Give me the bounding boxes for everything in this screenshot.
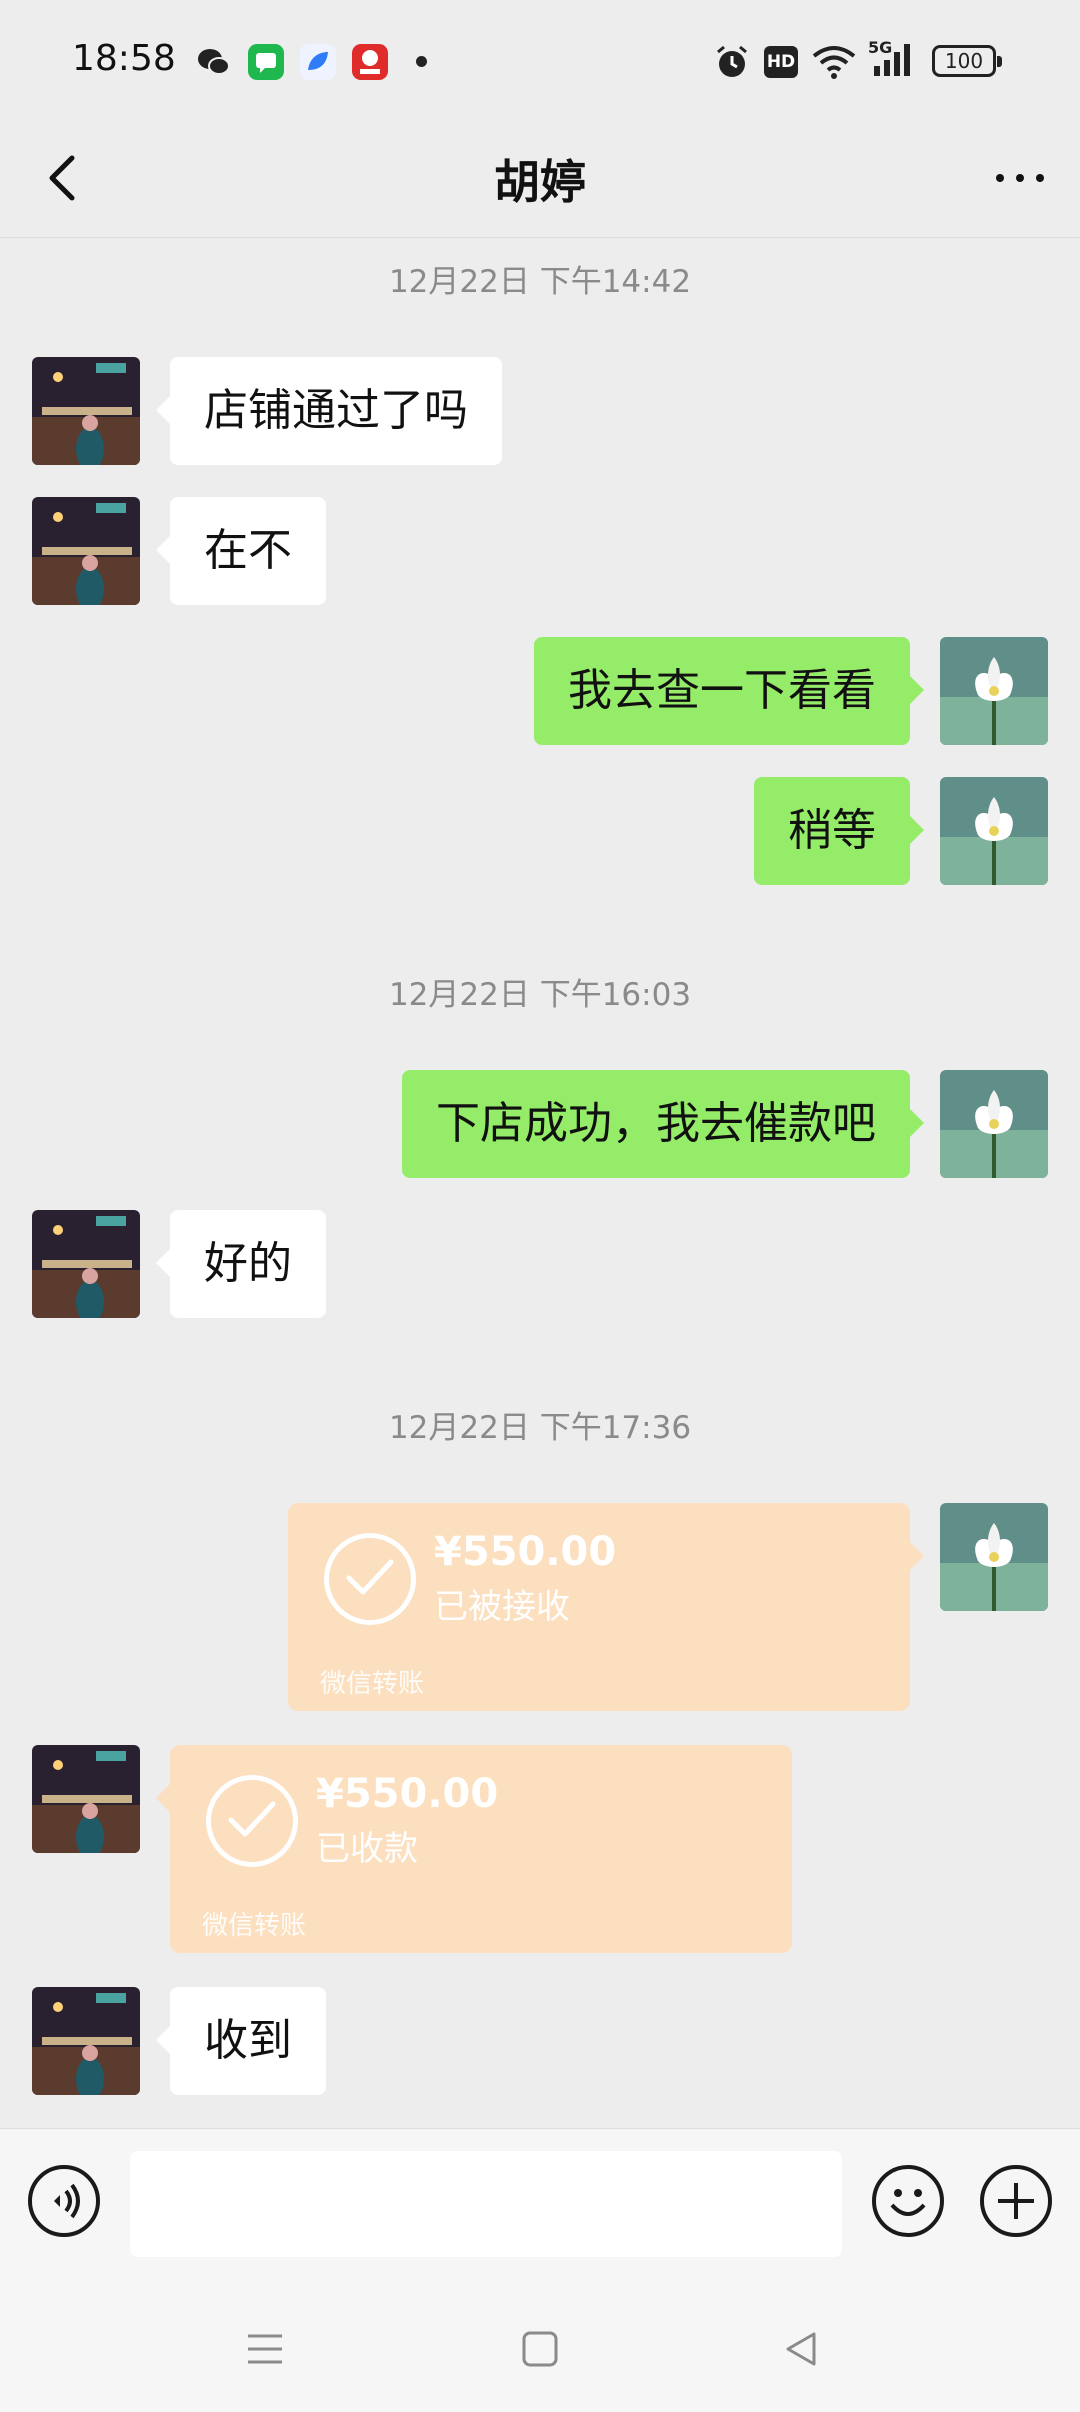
emoji-icon bbox=[890, 2189, 926, 2216]
emoji-button[interactable] bbox=[872, 2165, 944, 2237]
my-avatar[interactable] bbox=[940, 1070, 1048, 1178]
contact-avatar[interactable] bbox=[32, 1987, 140, 2095]
messages-icon bbox=[248, 44, 284, 80]
transfer-label: 微信转账 bbox=[202, 1911, 307, 1941]
more-notifications-dot bbox=[416, 56, 427, 67]
contact-avatar[interactable] bbox=[32, 1745, 140, 1853]
incoming-message[interactable]: 收到 bbox=[156, 1987, 326, 2095]
transfer-amount: ¥550.00 bbox=[316, 1771, 499, 1817]
outgoing-message[interactable]: 稍等 bbox=[754, 777, 924, 885]
more-options-button[interactable] bbox=[988, 146, 1052, 210]
check-circle-icon bbox=[206, 1775, 298, 1867]
chat-header: 胡婷 bbox=[0, 118, 1080, 238]
timestamp: 12月22日 下午14:42 bbox=[388, 264, 692, 300]
triangle-back-icon bbox=[786, 2332, 816, 2366]
my-avatar[interactable] bbox=[940, 1503, 1048, 1611]
hd-icon: HD bbox=[764, 46, 798, 78]
transfer-status: 已收款 bbox=[316, 1829, 418, 1869]
wifi-icon bbox=[812, 44, 856, 84]
add-button[interactable] bbox=[980, 2165, 1052, 2237]
contact-avatar[interactable] bbox=[32, 1210, 140, 1318]
plus-icon bbox=[998, 2183, 1034, 2219]
incoming-message[interactable]: 在不 bbox=[156, 497, 326, 605]
transfer-card-received[interactable]: ¥550.00 已收款 微信转账 bbox=[156, 1745, 792, 1953]
transfer-card-sent[interactable]: ¥550.00 已被接收 微信转账 bbox=[288, 1503, 924, 1711]
status-bar: 18:58 HD 5G 100 bbox=[0, 0, 1080, 118]
shopping-618-icon bbox=[352, 44, 388, 80]
more-dots-icon bbox=[996, 174, 1044, 182]
menu-icon bbox=[248, 2334, 282, 2364]
transfer-amount: ¥550.00 bbox=[434, 1529, 617, 1575]
timestamp: 12月22日 下午16:03 bbox=[388, 977, 692, 1013]
timestamp: 12月22日 下午17:36 bbox=[388, 1410, 692, 1446]
message-input[interactable] bbox=[130, 2151, 842, 2257]
network-label: 5G bbox=[868, 38, 893, 57]
status-time: 18:58 bbox=[72, 38, 176, 79]
my-avatar[interactable] bbox=[940, 777, 1048, 885]
square-icon bbox=[522, 2331, 558, 2367]
voice-icon bbox=[54, 2183, 80, 2219]
menu-nav-button[interactable] bbox=[240, 2324, 290, 2374]
contact-avatar[interactable] bbox=[32, 357, 140, 465]
system-nav-bar bbox=[0, 2284, 1080, 2412]
transfer-status: 已被接收 bbox=[434, 1587, 570, 1627]
back-nav-button[interactable] bbox=[776, 2324, 826, 2374]
app-icon bbox=[300, 44, 336, 80]
signal-5g-icon: 5G bbox=[868, 38, 920, 84]
incoming-message[interactable]: 店铺通过了吗 bbox=[156, 357, 502, 465]
outgoing-message[interactable]: 下店成功，我去催款吧 bbox=[402, 1070, 924, 1178]
outgoing-message[interactable]: 我去查一下看看 bbox=[534, 637, 924, 745]
alarm-icon bbox=[714, 44, 750, 84]
battery-indicator: 100 bbox=[932, 45, 1002, 77]
transfer-label: 微信转账 bbox=[320, 1669, 425, 1699]
my-avatar[interactable] bbox=[940, 637, 1048, 745]
home-nav-button[interactable] bbox=[515, 2324, 565, 2374]
voice-button[interactable] bbox=[28, 2165, 100, 2237]
contact-avatar[interactable] bbox=[32, 497, 140, 605]
check-circle-icon bbox=[324, 1533, 416, 1625]
wechat-icon bbox=[196, 44, 232, 80]
input-bar bbox=[0, 2128, 1080, 2284]
incoming-message[interactable]: 好的 bbox=[156, 1210, 326, 1318]
chat-title: 胡婷 bbox=[494, 155, 586, 209]
